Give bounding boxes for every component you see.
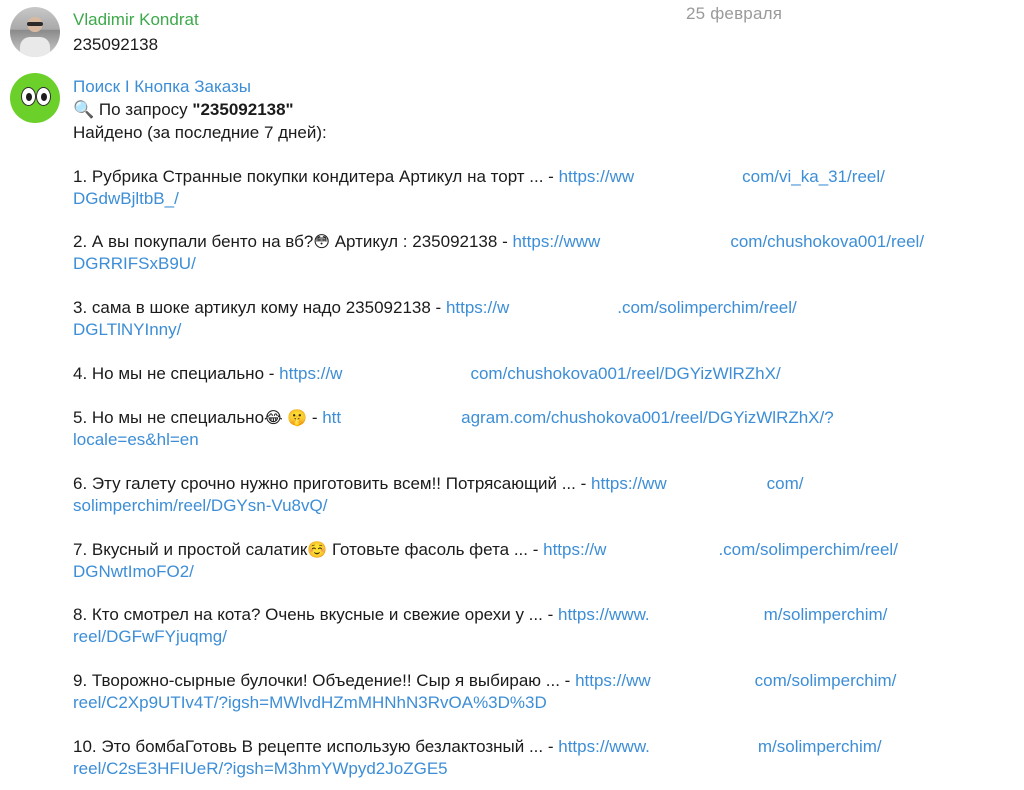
result-row: solimperchim/reel/DGYsn-Vu8vQ/ bbox=[73, 495, 1013, 517]
sender-name[interactable]: Vladimir Kondrat bbox=[73, 10, 199, 30]
result-row: DGRRIFSxB9U/ bbox=[73, 253, 1013, 275]
result-item: 2. А вы покупали бенто на вб?😳 Артикул :… bbox=[73, 231, 1013, 275]
result-link[interactable]: com/chushokova001/reel/ bbox=[730, 232, 924, 251]
result-title-cont: Артикул : 235092138 - bbox=[329, 232, 508, 251]
emoji-icon: ☺️ bbox=[307, 542, 328, 559]
result-item: 7. Вкусный и простой салатик☺️ Готовьте … bbox=[73, 539, 1013, 583]
result-title-cont: - bbox=[307, 408, 318, 427]
result-number: 1. bbox=[73, 167, 92, 186]
result-link[interactable]: agram.com/chushokova001/reel/DGYizWlRZhX… bbox=[461, 408, 834, 427]
bot-avatar[interactable] bbox=[10, 73, 60, 123]
emoji-icon: 😂 🤫 bbox=[264, 410, 308, 427]
result-row: 6. Эту галету срочно нужно приготовить в… bbox=[73, 473, 1013, 495]
result-row: 10. Это бомбаГотовь В рецепте использую … bbox=[73, 736, 1013, 758]
result-row: 7. Вкусный и простой салатик☺️ Готовьте … bbox=[73, 539, 1013, 561]
result-title: Но мы не специально - bbox=[91, 364, 275, 383]
search-icon: 🔍 bbox=[73, 100, 95, 119]
result-title: Творожно-сырные булочки! Объедение!! Сыр… bbox=[91, 671, 571, 690]
result-link[interactable]: https://w bbox=[446, 298, 509, 317]
result-row: locale=es&hl=en bbox=[73, 429, 1013, 451]
eye-icon bbox=[21, 87, 36, 106]
result-title: Кто смотрел на кота? Очень вкусные и све… bbox=[91, 605, 554, 624]
result-number: 4. bbox=[73, 364, 92, 383]
result-row: 1. Рубрика Странные покупки кондитера Ар… bbox=[73, 166, 1013, 188]
result-number: 10. bbox=[73, 737, 102, 756]
result-link[interactable]: .com/solimperchim/reel/ bbox=[718, 540, 898, 559]
result-link[interactable]: com/vi_ka_31/reel/ bbox=[742, 167, 885, 186]
result-link[interactable]: locale=es&hl=en bbox=[73, 430, 199, 449]
result-row: 4. Но мы не специально - https://w com/ch… bbox=[73, 363, 1013, 385]
result-link[interactable]: https://www. bbox=[558, 605, 650, 624]
result-title: Вкусный и простой салатик bbox=[91, 540, 308, 559]
result-item: 10. Это бомбаГотовь В рецепте использую … bbox=[73, 736, 1013, 780]
result-link[interactable]: .com/solimperchim/reel/ bbox=[617, 298, 797, 317]
found-label: Найдено (за последние 7 дней): bbox=[73, 123, 327, 142]
result-link[interactable]: https://www bbox=[512, 232, 600, 251]
result-item: 5. Но мы не специально😂 🤫 - htt agram.com… bbox=[73, 407, 1013, 451]
result-row: 8. Кто смотрел на кота? Очень вкусные и … bbox=[73, 604, 1013, 626]
result-title: Это бомбаГотовь В рецепте использую безл… bbox=[101, 737, 554, 756]
result-number: 7. bbox=[73, 540, 92, 559]
query-value: "235092138" bbox=[192, 100, 294, 119]
result-link[interactable]: com/chushokova001/reel/DGYizWlRZhX/ bbox=[470, 364, 780, 383]
result-row: DGdwBjltbB_/ bbox=[73, 188, 1013, 210]
result-title: сама в шоке артикул кому надо 235092138 … bbox=[91, 298, 442, 317]
result-row: 2. А вы покупали бенто на вб?😳 Артикул :… bbox=[73, 231, 1013, 253]
query-line: 🔍 По запросу "235092138" bbox=[73, 99, 294, 121]
result-link[interactable]: htt bbox=[322, 408, 341, 427]
result-item: 3. сама в шоке артикул кому надо 2350921… bbox=[73, 297, 1013, 341]
emoji-icon: 😳 bbox=[313, 234, 330, 251]
result-link[interactable]: DGLTlNYInny/ bbox=[73, 320, 181, 339]
result-link[interactable]: reel/C2sE3HFIUeR/?igsh=M3hmYWpyd2JoZGE5 bbox=[73, 759, 448, 778]
result-number: 6. bbox=[73, 474, 92, 493]
result-link[interactable]: DGdwBjltbB_/ bbox=[73, 189, 179, 208]
avatar[interactable] bbox=[10, 7, 60, 57]
result-row: reel/C2sE3HFIUeR/?igsh=M3hmYWpyd2JoZGE5 bbox=[73, 758, 1013, 780]
result-number: 2. bbox=[73, 232, 92, 251]
result-title: А вы покупали бенто на вб? bbox=[91, 232, 314, 251]
result-title: Рубрика Странные покупки кондитера Артик… bbox=[91, 167, 554, 186]
result-row: reel/DGFwFYjuqmg/ bbox=[73, 626, 1013, 648]
result-link[interactable]: https://www. bbox=[558, 737, 650, 756]
result-link[interactable]: https://ww bbox=[559, 167, 635, 186]
result-item: 8. Кто смотрел на кота? Очень вкусные и … bbox=[73, 604, 1013, 648]
result-row: DGLTlNYInny/ bbox=[73, 319, 1013, 341]
sender-name[interactable]: Поиск I Кнопка Заказы bbox=[73, 77, 251, 97]
avatar-glasses bbox=[27, 22, 43, 26]
result-row: DGNwtImoFO2/ bbox=[73, 561, 1013, 583]
result-item: 1. Рубрика Странные покупки кондитера Ар… bbox=[73, 166, 1013, 210]
result-link[interactable]: https://ww bbox=[591, 474, 667, 493]
result-number: 9. bbox=[73, 671, 92, 690]
result-number: 8. bbox=[73, 605, 92, 624]
result-row: reel/C2Xp9UTIv4T/?igsh=MWlvdHZmMHNhN3RvO… bbox=[73, 692, 1013, 714]
result-item: 4. Но мы не специально - https://w com/ch… bbox=[73, 363, 1013, 385]
result-link[interactable]: reel/C2Xp9UTIv4T/?igsh=MWlvdHZmMHNhN3RvO… bbox=[73, 693, 547, 712]
result-row: 5. Но мы не специально😂 🤫 - htt agram.com… bbox=[73, 407, 1013, 429]
date-separator: 25 февраля bbox=[686, 4, 783, 23]
result-item: 6. Эту галету срочно нужно приготовить в… bbox=[73, 473, 1013, 517]
result-link[interactable]: com/ bbox=[767, 474, 804, 493]
result-title-cont: Готовьте фасоль фета ... - bbox=[327, 540, 539, 559]
result-link[interactable]: m/solimperchim/ bbox=[764, 605, 888, 624]
result-link[interactable]: reel/DGFwFYjuqmg/ bbox=[73, 627, 227, 646]
message-text: 235092138 bbox=[73, 35, 159, 54]
result-number: 3. bbox=[73, 298, 92, 317]
result-row: 9. Творожно-сырные булочки! Объедение!! … bbox=[73, 670, 1013, 692]
avatar-shirt bbox=[20, 37, 50, 57]
result-link[interactable]: DGNwtImoFO2/ bbox=[73, 562, 194, 581]
result-link[interactable]: m/solimperchim/ bbox=[758, 737, 882, 756]
result-title: Эту галету срочно нужно приготовить всем… bbox=[91, 474, 587, 493]
result-title: Но мы не специально bbox=[91, 408, 265, 427]
result-number: 5. bbox=[73, 408, 92, 427]
result-link[interactable]: com/solimperchim/ bbox=[755, 671, 897, 690]
query-prefix: По запросу bbox=[98, 100, 188, 119]
eye-icon bbox=[36, 87, 51, 106]
result-link[interactable]: https://w bbox=[279, 364, 342, 383]
result-link[interactable]: solimperchim/reel/DGYsn-Vu8vQ/ bbox=[73, 496, 327, 515]
result-link[interactable]: https://w bbox=[543, 540, 606, 559]
result-link[interactable]: https://ww bbox=[575, 671, 651, 690]
result-row: 3. сама в шоке артикул кому надо 2350921… bbox=[73, 297, 1013, 319]
result-link[interactable]: DGRRIFSxB9U/ bbox=[73, 254, 196, 273]
result-item: 9. Творожно-сырные булочки! Объедение!! … bbox=[73, 670, 1013, 714]
